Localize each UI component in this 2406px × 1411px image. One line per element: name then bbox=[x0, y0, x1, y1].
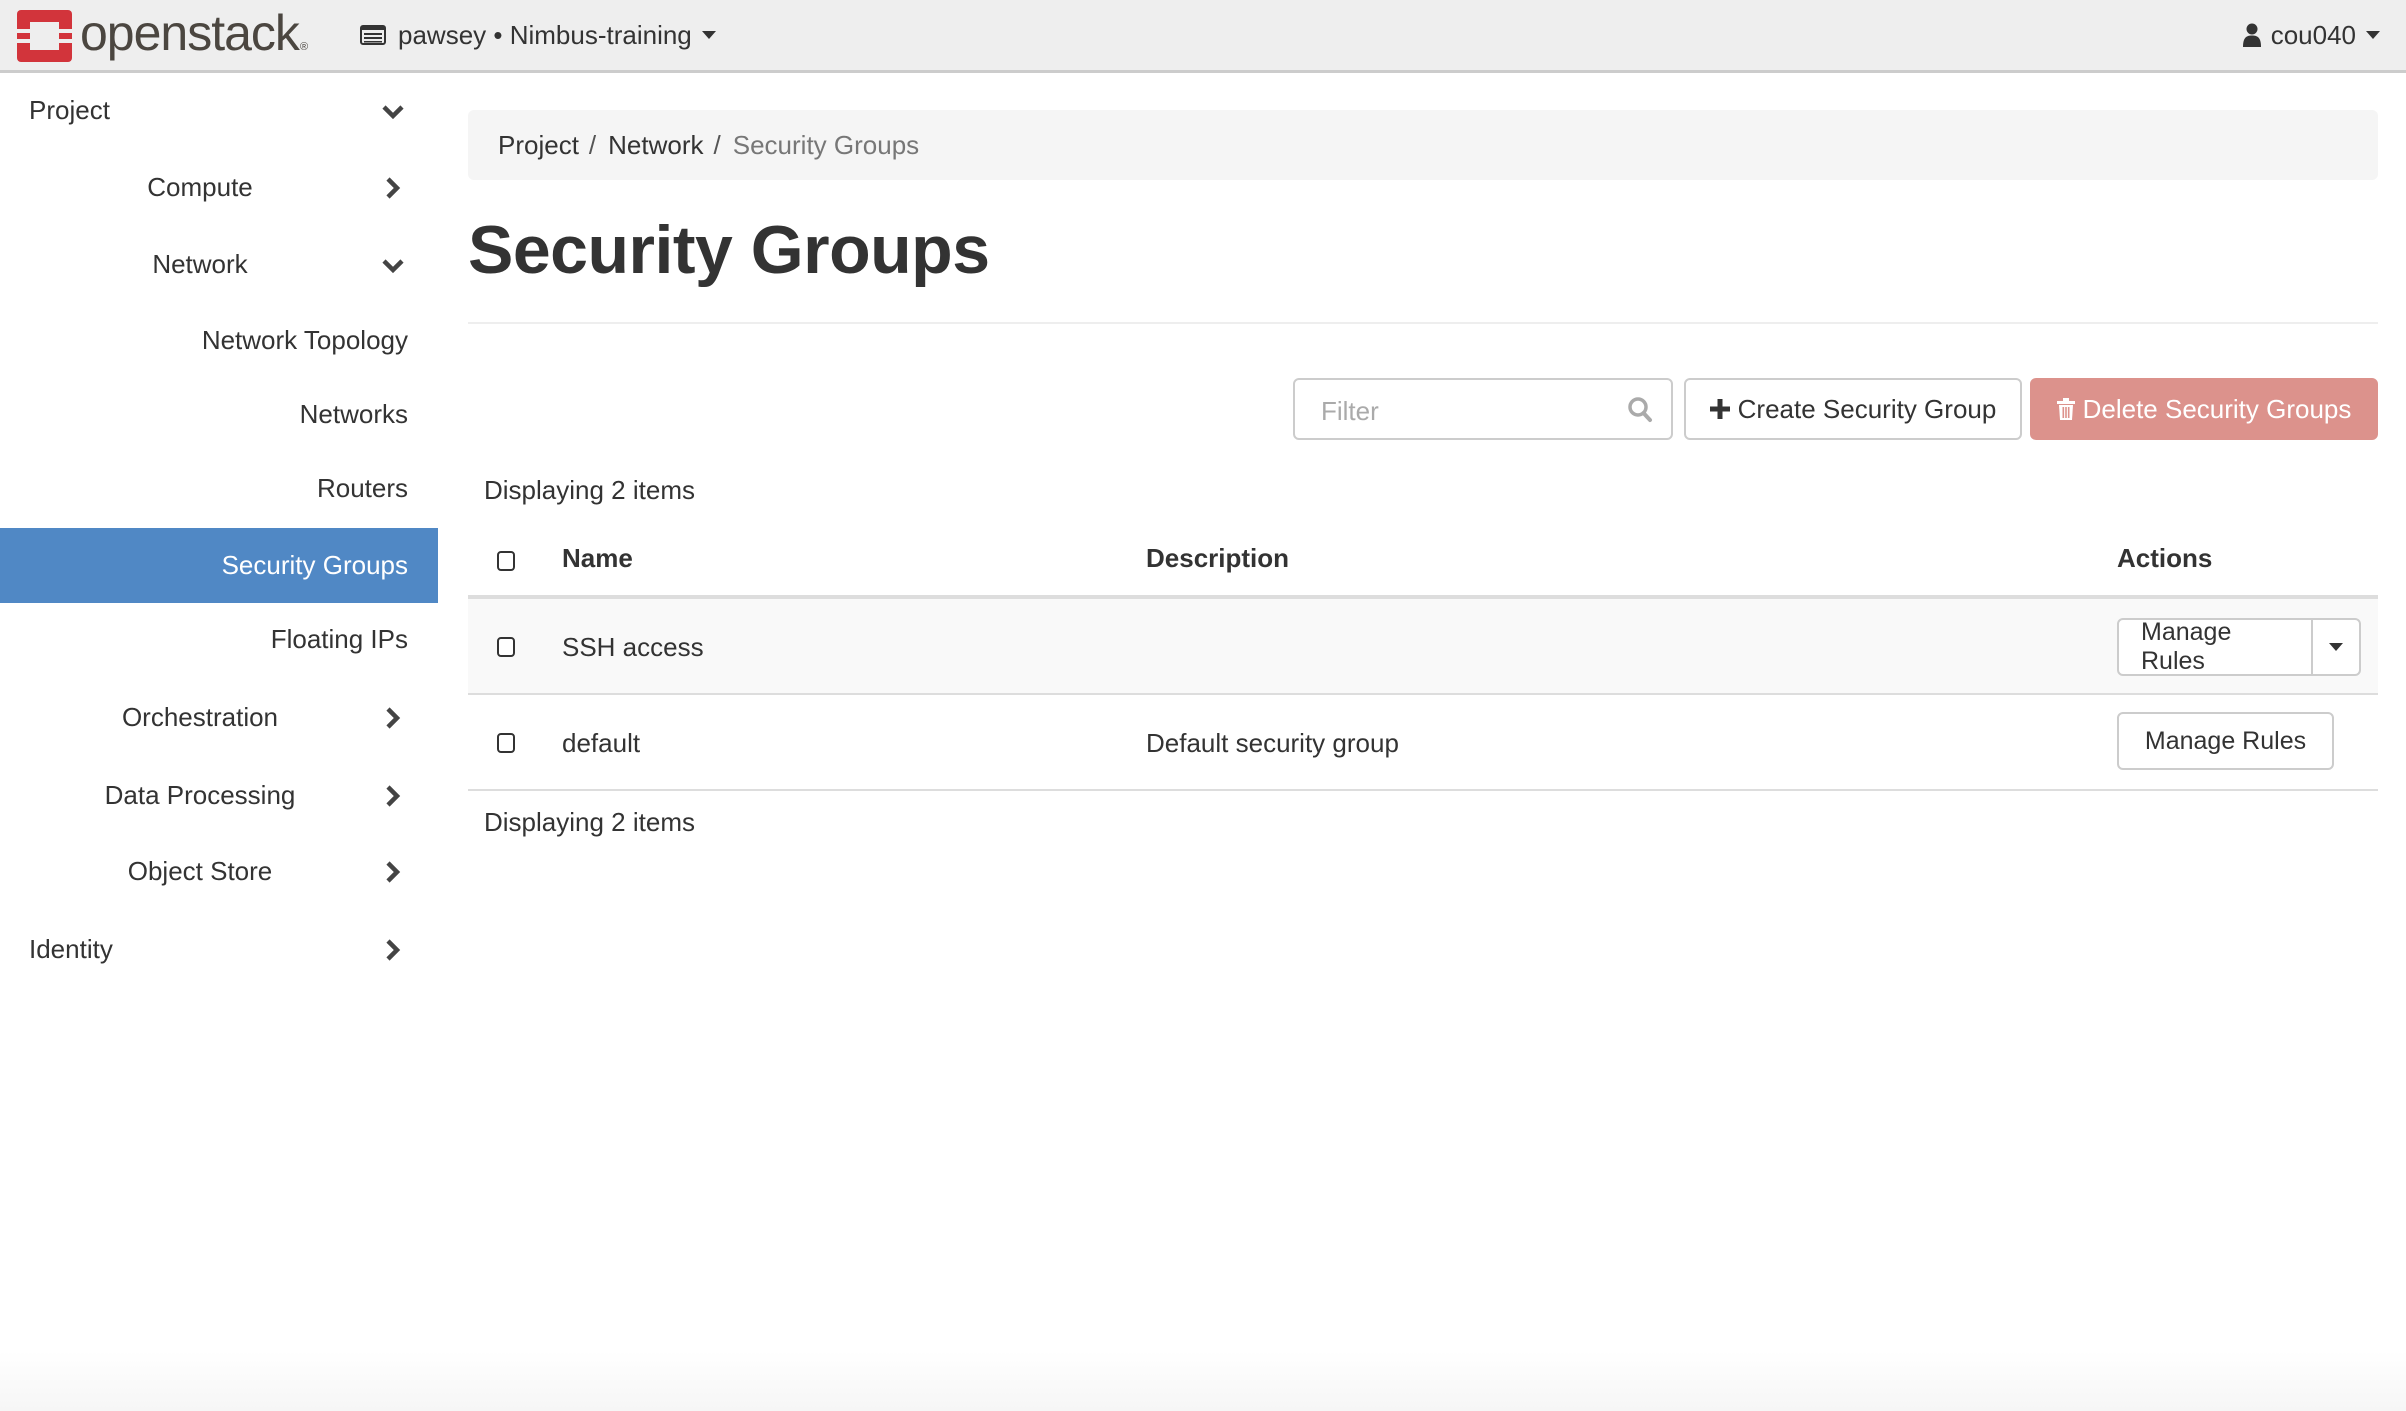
sidebar-item-label: Security Groups bbox=[221, 550, 408, 580]
sidebar-item-label: Project bbox=[29, 95, 110, 125]
more-actions-dropdown[interactable] bbox=[2311, 620, 2359, 674]
column-header-actions: Actions bbox=[2117, 543, 2213, 573]
table-row: default Default security group Manage Ru… bbox=[468, 695, 2378, 791]
plus-icon bbox=[1709, 399, 1730, 419]
filter-input[interactable] bbox=[1319, 393, 1623, 429]
sidebar-item-network[interactable]: Network bbox=[0, 227, 438, 302]
sidebar-item-object-store[interactable]: Object Store bbox=[0, 834, 438, 909]
items-count-bottom: Displaying 2 items bbox=[484, 807, 695, 837]
breadcrumb-current: Security Groups bbox=[732, 129, 920, 160]
sidebar-item-label: Orchestration bbox=[121, 702, 279, 732]
filter-field[interactable] bbox=[1293, 378, 1673, 440]
chevron-right-icon bbox=[386, 938, 401, 961]
create-security-group-label: Create Security Group bbox=[1737, 393, 1997, 424]
sidebar-item-network-topology[interactable]: Network Topology bbox=[0, 303, 438, 378]
title-divider bbox=[468, 322, 2378, 324]
create-security-group-button[interactable]: Create Security Group bbox=[1684, 378, 2022, 440]
chevron-right-icon bbox=[386, 706, 401, 729]
sidebar-item-label: Routers bbox=[316, 473, 408, 503]
page-bottom-shadow bbox=[0, 1351, 2406, 1411]
items-count-top: Displaying 2 items bbox=[484, 475, 695, 505]
project-selector[interactable]: pawsey • Nimbus-training bbox=[360, 16, 716, 54]
chevron-right-icon bbox=[386, 176, 401, 199]
breadcrumb-separator: / bbox=[588, 129, 597, 160]
top-navbar: openstack® pawsey • Nimbus-training cou0… bbox=[0, 0, 2406, 73]
sidebar-item-identity[interactable]: Identity bbox=[0, 912, 438, 987]
chevron-right-icon bbox=[386, 784, 401, 807]
manage-rules-button[interactable]: Manage Rules bbox=[2119, 714, 2332, 768]
breadcrumb: Project / Network / Security Groups bbox=[468, 110, 2378, 180]
brand-text: openstack bbox=[80, 5, 300, 61]
user-name: cou040 bbox=[2270, 19, 2356, 50]
sidebar-item-floating-ips[interactable]: Floating IPs bbox=[0, 602, 438, 677]
sidebar-item-security-groups[interactable]: Security Groups bbox=[0, 528, 438, 603]
user-icon bbox=[2242, 23, 2261, 47]
trash-icon bbox=[2056, 398, 2075, 420]
row-checkbox[interactable] bbox=[497, 637, 515, 657]
sidebar-item-project[interactable]: Project bbox=[0, 73, 438, 148]
chevron-right-icon bbox=[386, 860, 401, 883]
sidebar-item-compute[interactable]: Compute bbox=[0, 150, 438, 225]
page-title: Security Groups bbox=[468, 212, 990, 288]
sidebar-item-label: Identity bbox=[29, 934, 113, 964]
delete-security-groups-button[interactable]: Delete Security Groups bbox=[2030, 378, 2378, 440]
sidebar-item-data-processing[interactable]: Data Processing bbox=[0, 758, 438, 833]
registered-mark: ® bbox=[299, 41, 308, 53]
openstack-logo-icon[interactable] bbox=[17, 10, 72, 62]
security-group-name[interactable]: SSH access bbox=[562, 632, 704, 663]
search-icon[interactable] bbox=[1627, 396, 1653, 424]
row-actions: Manage Rules bbox=[2117, 618, 2361, 676]
chevron-down-icon bbox=[382, 258, 404, 273]
project-selector-label: pawsey • Nimbus-training bbox=[398, 19, 692, 50]
sidebar-item-label: Network bbox=[152, 249, 248, 279]
sidebar-item-label: Network Topology bbox=[201, 325, 408, 355]
chevron-down-icon bbox=[382, 104, 404, 119]
manage-rules-button[interactable]: Manage Rules bbox=[2119, 620, 2311, 674]
breadcrumb-project[interactable]: Project bbox=[498, 130, 579, 161]
caret-down-icon bbox=[2329, 643, 2343, 651]
caret-down-icon bbox=[701, 31, 716, 39]
row-checkbox[interactable] bbox=[497, 733, 515, 753]
sidebar-item-label: Object Store bbox=[127, 856, 273, 886]
manage-rules-label: Manage Rules bbox=[2144, 726, 2307, 755]
breadcrumb-network[interactable]: Network bbox=[608, 130, 703, 161]
table-header: Name Description Actions bbox=[468, 525, 2378, 599]
sidebar-item-label: Compute bbox=[147, 172, 253, 202]
brand-name[interactable]: openstack® bbox=[80, 2, 308, 78]
user-menu[interactable]: cou040 bbox=[2242, 16, 2380, 54]
column-header-description[interactable]: Description bbox=[1146, 543, 1289, 574]
delete-security-groups-label: Delete Security Groups bbox=[2082, 393, 2352, 424]
row-actions: Manage Rules bbox=[2117, 712, 2334, 770]
select-all-checkbox[interactable] bbox=[497, 551, 515, 571]
manage-rules-label: Manage Rules bbox=[2141, 618, 2232, 675]
table-row: SSH access Manage Rules bbox=[468, 599, 2378, 695]
project-list-icon bbox=[360, 25, 386, 45]
breadcrumb-separator: / bbox=[713, 129, 721, 160]
security-group-name[interactable]: default bbox=[562, 728, 640, 759]
sidebar-item-label: Data Processing bbox=[104, 780, 296, 810]
column-header-name[interactable]: Name bbox=[562, 543, 633, 574]
sidebar-item-orchestration[interactable]: Orchestration bbox=[0, 680, 438, 755]
sidebar-item-networks[interactable]: Networks bbox=[0, 377, 438, 452]
security-group-description: Default security group bbox=[1146, 728, 1399, 758]
caret-down-icon bbox=[2366, 31, 2380, 39]
sidebar-item-label: Networks bbox=[299, 399, 408, 429]
sidebar-item-label: Floating IPs bbox=[270, 624, 408, 654]
sidebar-item-routers[interactable]: Routers bbox=[0, 451, 438, 526]
